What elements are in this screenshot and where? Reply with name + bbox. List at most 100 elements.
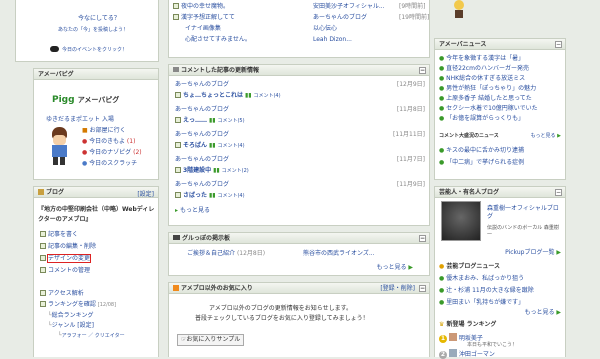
news-item[interactable]: ● 今年を象徴する漢字は「暑」: [439, 55, 524, 63]
ranking-icon: [40, 301, 46, 307]
doc-icon: [175, 92, 181, 98]
bullet-icon: ●: [82, 160, 88, 167]
blog-comment-link[interactable]: コメントの管理: [40, 267, 90, 275]
collapse-icon[interactable]: −: [555, 189, 562, 196]
bullet-icon: ●: [82, 138, 88, 145]
avatar: [48, 127, 70, 167]
blog-title[interactable]: 『地方の中堅印刷会社（中略）Webディレクターのアメブロ』: [38, 205, 156, 225]
external-fav-line2: 普段チェックしているブログをお気に入り登録してみましょう！: [195, 315, 369, 322]
celeb-news-title: ● 芸能ブログニュース: [439, 263, 501, 270]
celeb-news-more[interactable]: もっと見る ▶: [524, 309, 561, 317]
collapse-icon[interactable]: −: [555, 41, 562, 48]
bullet-icon: ●: [439, 147, 445, 154]
comment-count-icon: ▮▮: [213, 167, 220, 174]
comment-icon: [40, 267, 46, 273]
rss-icon: [173, 285, 179, 291]
ranking-total-link[interactable]: └総合ランキング: [48, 312, 93, 320]
popular-news-item[interactable]: ● 「中二病」で挙げられる症例: [439, 159, 524, 167]
news-item[interactable]: ● 男性が熱狂「ぽっちゃり」の魅力: [439, 85, 536, 93]
daily-event-link[interactable]: 今日のイベントをクリック！: [62, 46, 127, 53]
comment-blog-row[interactable]: あーちゃんのブログ [11月9日]: [175, 181, 425, 189]
blog-icon: [38, 189, 44, 195]
rank-sub: 本日も平和でいこう！: [467, 342, 518, 348]
collapse-icon[interactable]: −: [419, 67, 426, 74]
edit-icon: [40, 243, 46, 249]
favorites-list: 夜中の幸せ魔物。 安田美沙子オフィシャル... [9時間前] 漢字予想正解してて あー…: [168, 0, 430, 58]
collapse-icon[interactable]: −: [419, 285, 426, 292]
cat-icon: [50, 46, 59, 52]
blog-edit-link[interactable]: 記事の編集・削除: [40, 243, 96, 251]
comment-title-row[interactable]: えっ…… ▮▮ コメント(5): [175, 117, 245, 125]
comment-icon: [173, 67, 179, 72]
comment-blog-row[interactable]: あーちゃんのブログ [11月7日]: [175, 156, 425, 164]
celeb-news-item[interactable]: ● 里田まい「乳持ちが嫌です」: [439, 299, 524, 307]
bullet-icon: ●: [439, 75, 445, 82]
comment-title-row[interactable]: さばった ▮▮ コメント(4): [175, 192, 245, 200]
pickup-blogs-link[interactable]: Pickupブログ一覧 ▶: [505, 249, 561, 257]
pigg-daily-link[interactable]: ● 今日のきもよ (1): [82, 138, 135, 146]
star-icon: ●: [439, 263, 445, 270]
ranking-link[interactable]: ランキングを確認 [12/08]: [40, 301, 116, 309]
comment-updates-header: コメントした記事の更新情報 −: [169, 65, 429, 76]
comment-title-row[interactable]: ちょ…ちょっとこれは ▮▮ コメント(4): [175, 92, 281, 100]
news-item[interactable]: ● 直径22cmのハンバーガー発売: [439, 65, 529, 73]
blog-design-link[interactable]: デザインの変更: [40, 254, 92, 263]
news-panel: アメーバニュース − ● 今年を象徴する漢字は「暑」 ● 直径22cmのハンバーガ…: [434, 38, 566, 180]
news-item[interactable]: ● NHK総合の休すぎる放送ミス: [439, 75, 525, 83]
group-topic-row[interactable]: ご挨拶＆自己紹介 (12月8日) 熊谷市の西武ライオンズ...: [187, 250, 427, 258]
bullet-icon: ●: [439, 65, 445, 72]
fav-row[interactable]: イナイ画像集 以心伝心: [185, 25, 425, 33]
bullet-icon: ●: [439, 105, 445, 112]
ranking-genre-names[interactable]: └アラフォー ／ クリエイター: [58, 332, 125, 340]
status-question[interactable]: 今なにしてる？: [78, 13, 120, 22]
bullet-icon: ●: [439, 95, 445, 102]
doc-icon: [175, 142, 181, 148]
celeb-news-item[interactable]: ● 辻・杉浦 11月の大きな縁を蹴除: [439, 287, 534, 295]
news-item[interactable]: ● 上原多香子 結婚したと思ってた: [439, 95, 532, 103]
pigg-room-link[interactable]: ■ お部屋に行く: [82, 127, 126, 135]
fav-row[interactable]: 夜中の幸せ魔物。 安田美沙子オフィシャル... [9時間前]: [173, 3, 427, 11]
house-icon: ■: [82, 127, 88, 134]
rank-thumb: [448, 333, 457, 341]
external-favorites-panel: アメブロ以外のお気に入り [登録・削除] − アメブロ以外のブログの更新情報をお知ら…: [168, 282, 430, 357]
blog-write-link[interactable]: 記事を書く: [40, 231, 78, 239]
popular-news-title: コメント大盛況のニュース: [439, 133, 499, 139]
bullet-icon: ●: [439, 85, 445, 92]
news-item[interactable]: ● セクシー水着で10億円稼いでいた: [439, 105, 538, 113]
pigg-user-link[interactable]: ゆきだるまポエット 入場: [46, 114, 114, 123]
pigg-scratch-link[interactable]: ● 今日のスクラッチ: [82, 160, 137, 168]
rank-item[interactable]: 2 沖田ゴーマン: [439, 349, 495, 359]
fav-row[interactable]: 心配させてすみません。 Leah Dizon...: [185, 36, 425, 44]
pigg-nazo-link[interactable]: ● 今日のナゾピグ (2): [82, 149, 142, 157]
register-delete-link[interactable]: [登録・削除]: [380, 283, 415, 294]
favorite-sample-button[interactable]: ☞お気に入りサンプル: [177, 334, 245, 346]
access-analysis-link[interactable]: アクセス解析: [40, 290, 84, 298]
celebrity-name[interactable]: 森重樹一オフィシャルブログ: [487, 205, 563, 221]
fav-row[interactable]: 漢字予想正解してて あーちゃんのブログ [19時間前]: [173, 14, 429, 22]
comment-blog-row[interactable]: あーちゃんのブログ [11月11日]: [175, 131, 425, 139]
ranking-genre-link[interactable]: └ジャンル [設定]: [48, 322, 94, 330]
group-board-panel: グルっぽの掲示板 − ご挨拶＆自己紹介 (12月8日) 熊谷市の西武ライオンズ...…: [168, 232, 430, 276]
comment-title-row[interactable]: 3階建設中 ▮▮ コメント(2): [175, 167, 249, 175]
new-ranking-title: ♛ 新登場 ランキング: [439, 321, 497, 328]
status-sub[interactable]: あなたの「今」を投稿しよう！: [58, 26, 128, 33]
news-item[interactable]: ● 「お億を誤算がらっくりも」: [439, 115, 524, 123]
celeb-news-item[interactable]: ● 優木まおみ、私ばっかり狙う: [439, 275, 524, 283]
comment-title-row[interactable]: そろばん ▮▮ コメント(4): [175, 142, 245, 150]
comment-count-icon: ▮▮: [244, 92, 252, 99]
blog-panel: ブログ [設定] 『地方の中堅印刷会社（中略）Webディレクターのアメブロ』 記…: [33, 186, 159, 357]
comments-more-link[interactable]: ▸ もっと見る: [175, 207, 210, 215]
group-more-link[interactable]: もっと見る ▶: [376, 264, 413, 272]
arrow-icon: ▶: [408, 264, 413, 271]
rank-badge: 1: [439, 335, 447, 343]
comment-blog-row[interactable]: あーちゃんのブログ [11月8日]: [175, 106, 425, 114]
rank-badge: 2: [439, 351, 447, 359]
bullet-icon: ●: [439, 275, 445, 282]
character-image: [452, 0, 466, 20]
popular-more-link[interactable]: もっと見る ▶: [531, 132, 561, 139]
comment-blog-row[interactable]: あーちゃんのブログ [12月9日]: [175, 81, 425, 89]
collapse-icon[interactable]: −: [419, 235, 426, 242]
celebrity-desc: 伝説のバンドのボーカル 森重樹一: [487, 225, 559, 238]
popular-news-item[interactable]: ● キスの最中に舌かみ切り逮捕: [439, 147, 524, 155]
blog-settings-link[interactable]: [設定]: [137, 189, 154, 198]
